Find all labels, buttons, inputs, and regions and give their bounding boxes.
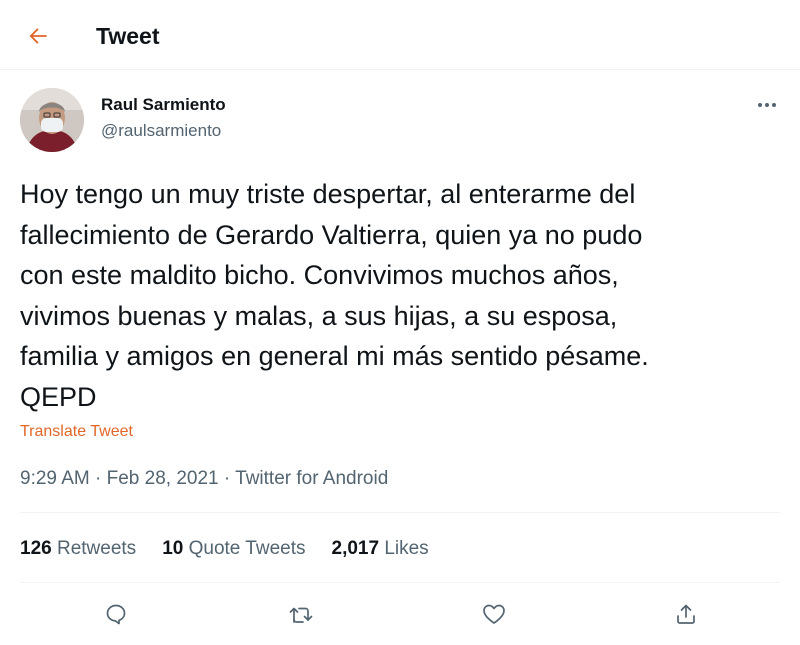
avatar[interactable] bbox=[20, 88, 84, 152]
meta-separator: · bbox=[223, 468, 236, 489]
author-name[interactable]: Raul Sarmiento bbox=[101, 94, 226, 116]
avatar-photo bbox=[20, 88, 84, 152]
share-icon bbox=[677, 604, 695, 624]
page-title: Tweet bbox=[96, 23, 160, 49]
more-horizontal-icon bbox=[758, 103, 776, 107]
quote-tweets-stat[interactable]: 10 Quote Tweets bbox=[162, 536, 305, 562]
tweet-meta: 9:29 AM · Feb 28, 2021 · Twitter for And… bbox=[20, 466, 388, 492]
tweet-header: Tweet bbox=[0, 0, 800, 70]
tweet-source[interactable]: Twitter for Android bbox=[235, 468, 388, 489]
retweets-label: Retweets bbox=[56, 538, 137, 559]
likes-count: 2,017 bbox=[331, 538, 380, 559]
like-button[interactable] bbox=[476, 596, 512, 632]
likes-stat[interactable]: 2,017 Likes bbox=[332, 536, 429, 562]
reply-icon bbox=[106, 604, 126, 625]
heart-icon bbox=[483, 604, 505, 624]
more-options-button[interactable] bbox=[752, 92, 782, 118]
tweet-stats: 126 Retweets 10 Quote Tweets 2,017 Likes bbox=[20, 536, 455, 562]
tweet-date[interactable]: Feb 28, 2021 bbox=[107, 468, 219, 489]
retweet-button[interactable] bbox=[283, 596, 319, 632]
retweets-stat[interactable]: 126 Retweets bbox=[20, 536, 136, 562]
author-handle[interactable]: @raulsarmiento bbox=[101, 120, 221, 142]
translate-tweet-link[interactable]: Translate Tweet bbox=[20, 421, 133, 443]
divider bbox=[20, 512, 780, 513]
arrow-left-icon bbox=[29, 28, 47, 44]
quotes-label: Quote Tweets bbox=[188, 538, 306, 559]
meta-separator: · bbox=[95, 468, 107, 489]
share-button[interactable] bbox=[668, 596, 704, 632]
tweet-text: Hoy tengo un muy triste despertar, al en… bbox=[20, 179, 649, 412]
retweet-icon bbox=[289, 607, 313, 623]
likes-label: Likes bbox=[384, 538, 429, 559]
divider bbox=[20, 582, 780, 583]
tweet-time[interactable]: 9:29 AM bbox=[20, 468, 90, 489]
back-button[interactable] bbox=[22, 20, 54, 52]
retweets-count: 126 bbox=[20, 538, 52, 559]
reply-button[interactable] bbox=[98, 596, 134, 632]
quotes-count: 10 bbox=[162, 538, 184, 559]
